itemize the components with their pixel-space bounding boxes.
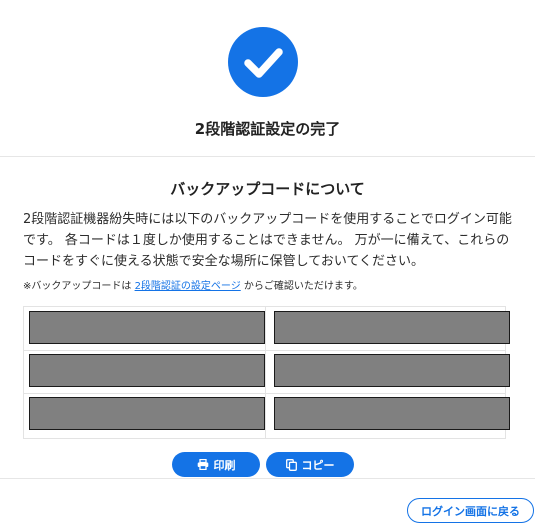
- masked-backup-code: [274, 354, 510, 387]
- table-divider: [265, 307, 266, 438]
- divider: [0, 478, 535, 479]
- note-prefix: ※バックアップコードは: [23, 281, 135, 292]
- back-to-login-button[interactable]: ログイン画面に戻る: [407, 498, 534, 523]
- masked-backup-code: [274, 397, 510, 430]
- copy-icon: [285, 458, 297, 471]
- divider: [0, 156, 535, 157]
- two-factor-complete-page: 2段階認証設定の完了 バックアップコードについて 2段階認証機器紛失時には以下の…: [0, 0, 535, 529]
- masked-backup-code: [29, 397, 265, 430]
- check-icon: [228, 27, 298, 97]
- backup-codes-table: [23, 306, 510, 439]
- print-button[interactable]: 印刷: [172, 452, 260, 477]
- masked-backup-code: [29, 311, 265, 344]
- backup-code-note: ※バックアップコードは 2段階認証の設定ページ からご確認いただけます。: [23, 280, 523, 294]
- note-suffix: からご確認いただけます。: [240, 281, 363, 292]
- copy-button-label: コピー: [301, 458, 335, 472]
- backup-code-description: 2段階認証機器紛失時には以下のバックアップコードを使用することでログイン可能です…: [23, 212, 512, 269]
- section-title: バックアップコードについて: [170, 180, 365, 198]
- printer-icon: [197, 459, 209, 470]
- print-button-label: 印刷: [213, 458, 236, 472]
- masked-backup-code: [29, 354, 265, 387]
- table-divider: [24, 350, 505, 351]
- settings-page-link[interactable]: 2段階認証の設定ページ: [135, 281, 241, 292]
- page-title: 2段階認証設定の完了: [194, 120, 341, 138]
- table-divider: [24, 393, 505, 394]
- masked-backup-code: [274, 311, 510, 344]
- copy-button[interactable]: コピー: [266, 452, 354, 477]
